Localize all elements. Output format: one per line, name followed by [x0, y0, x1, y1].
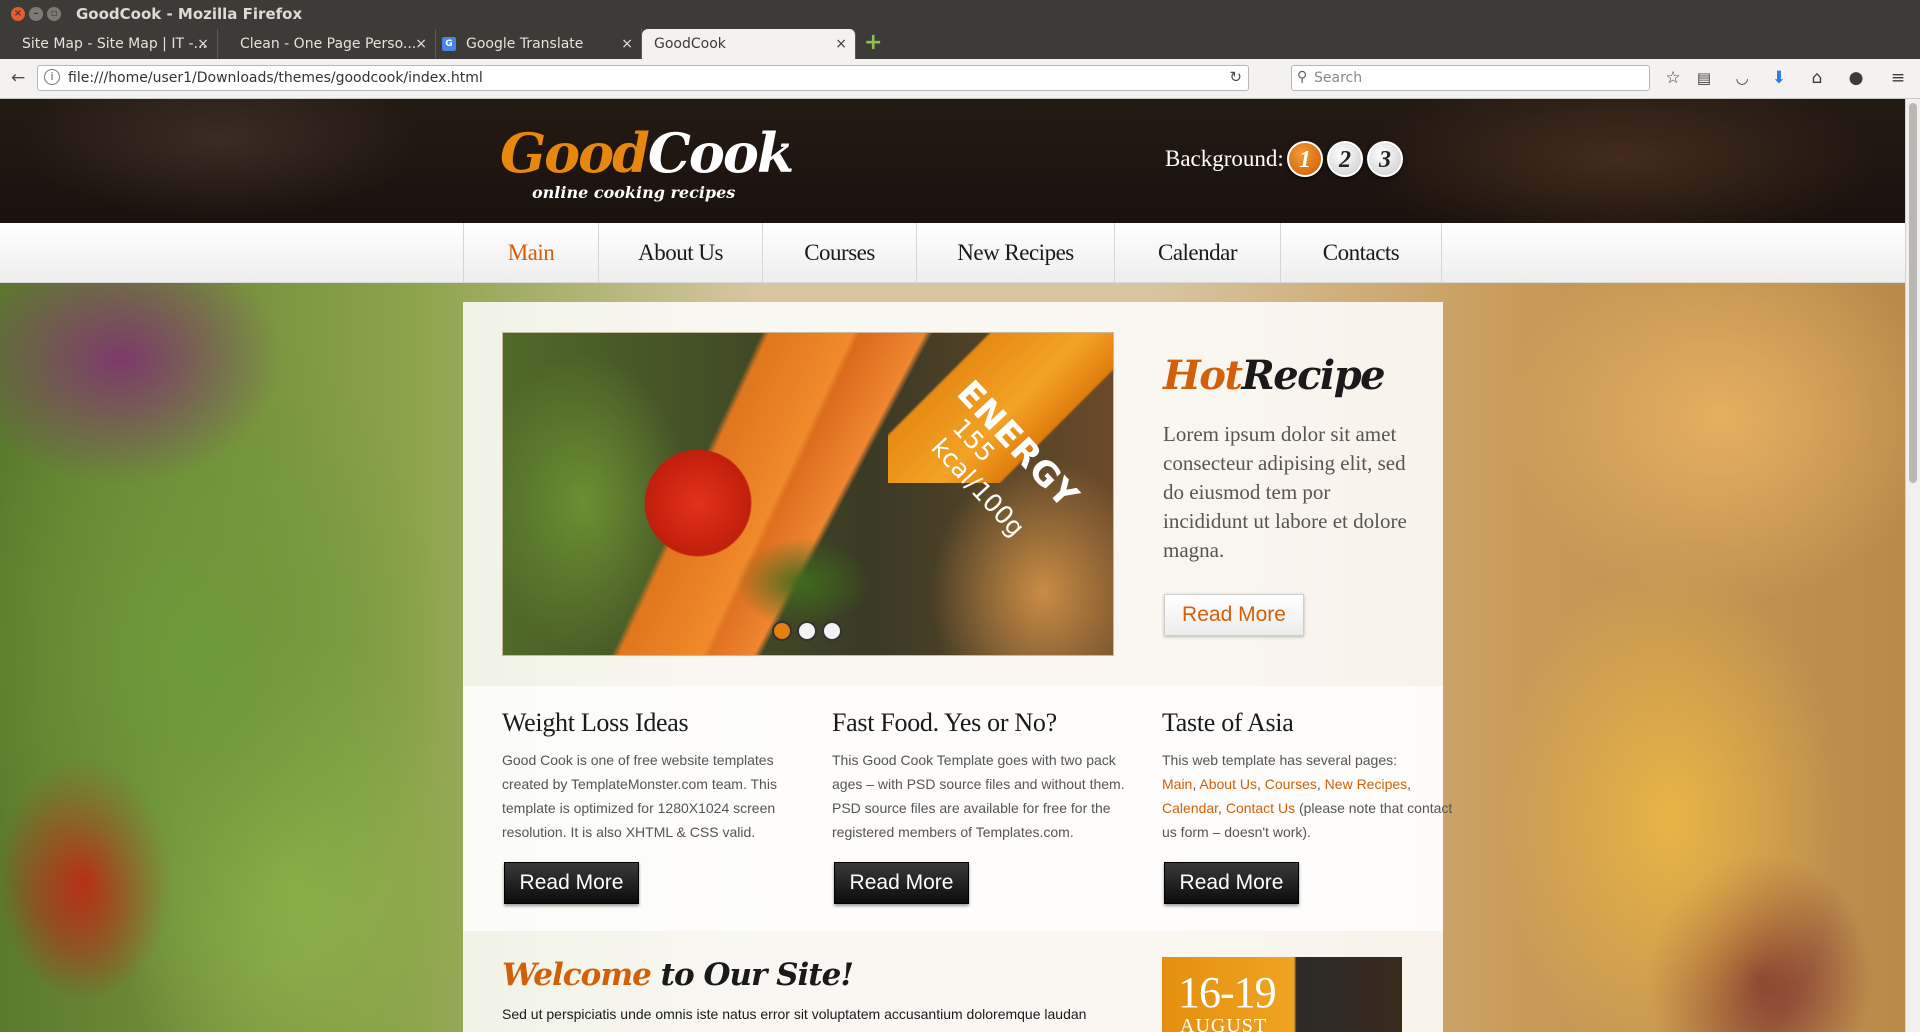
event-banner[interactable]: 16-19 AUGUST: [1162, 957, 1402, 1032]
logo-good-text: Good: [500, 121, 650, 185]
column-text-intro: This web template has several pages:: [1162, 752, 1398, 768]
tab-label: GoodCook: [654, 36, 726, 52]
hot-recipe-text: Lorem ipsum dolor sit amet consecteur ad…: [1163, 422, 1407, 562]
column-text: This web template has several pages: Main…: [1162, 752, 1453, 840]
window-close-button[interactable]: ×: [11, 7, 25, 21]
fast-food-read-more-button[interactable]: Read More: [834, 862, 969, 904]
tab-google-translate[interactable]: G Google Translate ×: [436, 29, 642, 59]
link-about-us[interactable]: About Us: [1199, 776, 1257, 792]
tab-bar: Site Map - Site Map | IT -... × Clean - …: [0, 28, 1920, 59]
column-text: Good Cook is one of free website templat…: [502, 752, 777, 840]
welcome-title-part2: to Our Site!: [660, 957, 854, 993]
tab-site-map[interactable]: Site Map - Site Map | IT -... ×: [0, 29, 218, 59]
background-label: Background:: [1165, 146, 1284, 171]
reload-icon[interactable]: ↻: [1229, 68, 1242, 86]
main-content: ENERGY 155 kcal/100g HotRecipe Lorem ips…: [463, 302, 1452, 1032]
column-text: This Good Cook Template goes with two pa…: [832, 752, 1125, 840]
link-main[interactable]: Main: [1162, 776, 1192, 792]
nav-about-us[interactable]: About Us: [598, 223, 762, 283]
event-date: 16-19: [1178, 968, 1277, 1017]
bookmark-star-icon[interactable]: ☆: [1662, 67, 1684, 89]
nav-calendar[interactable]: Calendar: [1114, 223, 1280, 283]
tab-label: Site Map - Site Map | IT -...: [22, 36, 207, 52]
search-bar[interactable]: ⚲ Search: [1291, 65, 1650, 91]
column-title: Taste of Asia: [1162, 708, 1294, 737]
slider-dot-3[interactable]: [822, 621, 842, 641]
hot-recipe-title: HotRecipe: [1163, 352, 1386, 399]
tab-close-icon[interactable]: ×: [621, 29, 633, 59]
tab-label: Google Translate: [466, 36, 584, 52]
site-logo[interactable]: GoodCook online cooking recipes: [500, 121, 794, 202]
link-new-recipes[interactable]: New Recipes: [1325, 776, 1407, 792]
column-weight-loss: Weight Loss Ideas Good Cook is one of fr…: [502, 708, 797, 844]
taste-of-asia-read-more-button[interactable]: Read More: [1164, 862, 1299, 904]
nav-contacts[interactable]: Contacts: [1280, 223, 1442, 283]
column-title: Weight Loss Ideas: [502, 708, 689, 737]
menu-icon[interactable]: ≡: [1887, 67, 1909, 89]
welcome-title-part1: Welcome: [502, 957, 652, 993]
background-option-2[interactable]: 2: [1327, 141, 1363, 177]
search-icon: ⚲: [1297, 69, 1308, 85]
navigation-toolbar: ← i file:///home/user1/Downloads/themes/…: [0, 59, 1920, 99]
welcome-title: Welcome to Our Site!: [502, 957, 854, 993]
window-maximize-button[interactable]: ▫: [47, 7, 61, 21]
url-bar[interactable]: i file:///home/user1/Downloads/themes/go…: [37, 65, 1249, 91]
scrollbar-thumb[interactable]: [1909, 103, 1917, 483]
link-contact-us[interactable]: Contact Us: [1226, 800, 1295, 816]
logo-cook-text: Cook: [647, 121, 794, 185]
reading-list-icon[interactable]: ▤: [1693, 67, 1715, 89]
url-input[interactable]: file:///home/user1/Downloads/themes/good…: [68, 70, 483, 86]
tab-clean-one-page[interactable]: Clean - One Page Perso... ×: [218, 29, 436, 59]
logo-tagline: online cooking recipes: [532, 183, 736, 202]
event-month: AUGUST: [1180, 1015, 1268, 1032]
chat-icon[interactable]: ●: [1845, 67, 1867, 89]
welcome-text: Sed ut perspiciatis unde omnis iste natu…: [502, 1006, 1087, 1022]
page-scrollbar[interactable]: [1905, 99, 1920, 1032]
download-icon[interactable]: ⬇: [1768, 67, 1790, 89]
feature-columns: Weight Loss Ideas Good Cook is one of fr…: [463, 686, 1452, 931]
tab-goodcook[interactable]: GoodCook ×: [642, 29, 856, 59]
hot-recipe-title-part1: Hot: [1163, 352, 1243, 399]
background-option-3[interactable]: 3: [1367, 141, 1403, 177]
search-input[interactable]: Search: [1314, 70, 1362, 86]
image-slider[interactable]: ENERGY 155 kcal/100g: [502, 332, 1114, 656]
window-minimize-button[interactable]: –: [29, 7, 43, 21]
site-nav: Main About Us Courses New Recipes Calend…: [0, 223, 1905, 283]
slider-dot-2[interactable]: [797, 621, 817, 641]
slider-dot-1[interactable]: [772, 621, 792, 641]
back-icon[interactable]: ←: [11, 67, 25, 89]
google-translate-favicon-icon: G: [442, 37, 456, 51]
column-fast-food: Fast Food. Yes or No? This Good Cook Tem…: [832, 708, 1127, 844]
column-title: Fast Food. Yes or No?: [832, 708, 1057, 737]
site-header: GoodCook online cooking recipes Backgrou…: [0, 99, 1905, 223]
page-viewport: GoodCook online cooking recipes Backgrou…: [0, 99, 1905, 1032]
weight-loss-read-more-button[interactable]: Read More: [504, 862, 639, 904]
nav-new-recipes[interactable]: New Recipes: [916, 223, 1114, 283]
window-titlebar: × – ▫ GoodCook - Mozilla Firefox: [0, 0, 1920, 28]
tab-close-icon[interactable]: ×: [835, 29, 847, 59]
tab-close-icon[interactable]: ×: [415, 29, 427, 59]
window-title: GoodCook - Mozilla Firefox: [76, 5, 303, 23]
new-tab-button[interactable]: +: [864, 29, 882, 57]
link-courses[interactable]: Courses: [1265, 776, 1317, 792]
column-taste-of-asia: Taste of Asia This web template has seve…: [1162, 708, 1457, 844]
hot-recipe-title-part2: Recipe: [1241, 352, 1385, 399]
tab-label: Clean - One Page Perso...: [240, 36, 417, 52]
home-icon[interactable]: ⌂: [1806, 67, 1828, 89]
background-option-1[interactable]: 1: [1287, 141, 1323, 177]
pocket-icon[interactable]: ◡: [1731, 67, 1753, 89]
nav-courses[interactable]: Courses: [762, 223, 916, 283]
info-icon[interactable]: i: [44, 69, 60, 85]
nav-main[interactable]: Main: [463, 223, 598, 283]
link-calendar[interactable]: Calendar: [1162, 800, 1218, 816]
tab-close-icon[interactable]: ×: [197, 29, 209, 59]
hot-recipe-read-more-button[interactable]: Read More: [1164, 594, 1304, 636]
